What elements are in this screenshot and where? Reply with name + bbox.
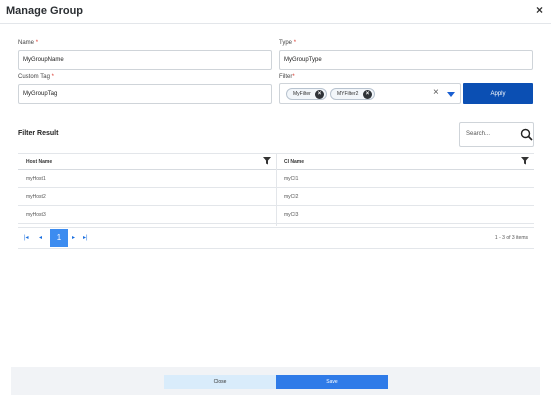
filter-icon[interactable] [263,157,271,165]
filter-chip: MYFilter2 × [330,88,375,100]
close-button[interactable]: Close [164,375,276,389]
type-input[interactable]: MyGroupType [279,50,533,70]
close-icon[interactable]: × [536,4,543,16]
filter-chip-label: MYFilter2 [337,91,359,97]
name-required-mark: * [35,40,39,46]
search-placeholder: Search... [466,131,491,137]
cell-host-name: myHost1 [26,176,46,182]
first-page-icon[interactable]: |◂ [24,235,29,242]
filter-multiselect[interactable]: MyFilter × MYFilter2 × × [279,83,461,104]
custom-tag-required-mark: * [51,74,54,80]
filter-required-mark: * [292,74,295,80]
custom-tag-label-text: Custom Tag [18,74,50,80]
last-page-icon[interactable]: ▸| [83,235,88,242]
search-icon[interactable] [520,128,533,141]
cell-ci-name: myCI1 [284,176,299,182]
column-header-ci-name[interactable]: CI Name [284,159,304,165]
name-label: Name * [18,40,38,46]
dialog-footer: Close Save [11,367,540,395]
dialog-title: Manage Group [6,5,84,17]
filter-chip-label: MyFilter [293,91,311,97]
filter-label: Filter* [279,74,295,80]
dropdown-caret-icon[interactable] [447,92,455,97]
chip-remove-icon[interactable]: × [315,90,324,99]
custom-tag-input[interactable]: MyGroupTag [18,84,272,104]
cell-ci-name: myCI3 [284,212,299,218]
column-divider [276,154,277,226]
cell-ci-name: myCI2 [284,194,299,200]
column-header-host-name[interactable]: Host Name [26,159,52,165]
cell-host-name: myHost2 [26,194,46,200]
dialog-header: Manage Group × [0,0,551,24]
filter-result-title: Filter Result [18,130,59,137]
name-input[interactable]: MyGroupName [18,50,272,70]
pager: |◂ ◂ 1 ▸ ▸| 1 - 3 of 3 items [18,227,534,249]
apply-button[interactable]: Apply [463,83,533,104]
prev-page-icon[interactable]: ◂ [39,235,42,242]
pager-info: 1 - 3 of 3 items [494,235,528,241]
filter-chip: MyFilter × [286,88,327,100]
manage-group-dialog: Manage Group × Name * MyGroupName Type *… [0,0,551,400]
type-required-mark: * [293,40,297,46]
filter-label-text: Filter [279,74,293,80]
custom-tag-label: Custom Tag * [18,74,54,80]
cell-host-name: myHost3 [26,212,46,218]
chip-remove-icon[interactable]: × [363,90,372,99]
current-page-button[interactable]: 1 [50,229,68,247]
name-label-text: Name [18,40,35,46]
clear-icon[interactable]: × [433,87,439,99]
save-button[interactable]: Save [276,375,388,389]
type-label: Type * [279,40,296,46]
filter-icon[interactable] [521,157,529,165]
next-page-icon[interactable]: ▸ [72,235,75,242]
search-input[interactable]: Search... [459,122,534,147]
type-label-text: Type [279,40,293,46]
